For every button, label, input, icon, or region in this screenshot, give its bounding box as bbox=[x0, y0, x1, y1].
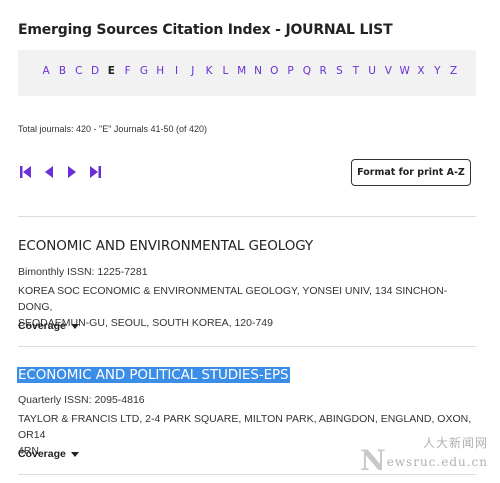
letter-link-d[interactable]: D bbox=[87, 65, 103, 77]
journal-meta: Quarterly ISSN: 2095-4816 bbox=[18, 394, 145, 406]
watermark-n: N bbox=[360, 444, 387, 477]
letter-link-u[interactable]: U bbox=[364, 65, 380, 77]
first-page-icon[interactable] bbox=[18, 164, 34, 180]
watermark-url: ewsruc.edu.cn bbox=[386, 455, 488, 469]
letter-link-x[interactable]: X bbox=[413, 65, 429, 77]
journal-meta: Bimonthly ISSN: 1225-7281 bbox=[18, 266, 148, 278]
letter-link-a[interactable]: A bbox=[38, 65, 54, 77]
letter-link-l[interactable]: L bbox=[217, 65, 233, 77]
coverage-toggle[interactable]: Coverage bbox=[18, 448, 79, 460]
watermark-cn: 人大新闻网 bbox=[422, 436, 488, 450]
journal-address-line: KOREA SOC ECONOMIC & ENVIRONMENTAL GEOLO… bbox=[18, 285, 448, 313]
letter-link-z[interactable]: Z bbox=[445, 65, 461, 77]
format-for-print-button[interactable]: Format for print A-Z bbox=[351, 159, 471, 186]
letter-link-y[interactable]: Y bbox=[429, 65, 445, 77]
letter-link-j[interactable]: J bbox=[185, 65, 201, 77]
letter-link-w[interactable]: W bbox=[397, 65, 413, 77]
coverage-label: Coverage bbox=[18, 448, 66, 460]
divider bbox=[18, 216, 476, 217]
alphabet-filter-bar: ABCDEFGHIJKLMNOPQRSTUVWXYZ bbox=[18, 50, 476, 96]
watermark-logo: N 人大新闻网 ewsruc.edu.cn bbox=[360, 436, 488, 477]
letter-link-k[interactable]: K bbox=[201, 65, 217, 77]
alphabet-list: ABCDEFGHIJKLMNOPQRSTUVWXYZ bbox=[38, 65, 462, 77]
next-page-icon[interactable] bbox=[64, 164, 80, 180]
letter-link-t[interactable]: T bbox=[348, 65, 364, 77]
page-title: Emerging Sources Citation Index - JOURNA… bbox=[18, 22, 393, 38]
letter-link-p[interactable]: P bbox=[282, 65, 298, 77]
coverage-label: Coverage bbox=[18, 320, 66, 332]
letter-link-r[interactable]: R bbox=[315, 65, 331, 77]
journal-address-line: TAYLOR & FRANCIS LTD, 2-4 PARK SQUARE, M… bbox=[18, 413, 472, 441]
letter-link-m[interactable]: M bbox=[234, 65, 250, 77]
journal-address: KOREA SOC ECONOMIC & ENVIRONMENTAL GEOLO… bbox=[18, 283, 478, 331]
total-journals-text: Total journals: 420 - "E" Journals 41-50… bbox=[18, 124, 207, 134]
journal-address-line: SEODAEMUN-GU, SEOUL, SOUTH KOREA, 120-74… bbox=[18, 317, 273, 329]
divider bbox=[18, 346, 476, 347]
letter-link-c[interactable]: C bbox=[71, 65, 87, 77]
letter-link-o[interactable]: O bbox=[266, 65, 282, 77]
letter-link-h[interactable]: H bbox=[152, 65, 168, 77]
caret-down-icon bbox=[70, 323, 79, 329]
letter-link-q[interactable]: Q bbox=[299, 65, 315, 77]
letter-link-b[interactable]: B bbox=[54, 65, 70, 77]
letter-link-n[interactable]: N bbox=[250, 65, 266, 77]
pagination bbox=[18, 164, 103, 180]
letter-link-e[interactable]: E bbox=[103, 65, 119, 77]
coverage-toggle[interactable]: Coverage bbox=[18, 320, 79, 332]
letter-link-i[interactable]: I bbox=[168, 65, 184, 77]
letter-link-f[interactable]: F bbox=[119, 65, 135, 77]
letter-link-v[interactable]: V bbox=[380, 65, 396, 77]
prev-page-icon[interactable] bbox=[41, 164, 57, 180]
last-page-icon[interactable] bbox=[87, 164, 103, 180]
letter-link-g[interactable]: G bbox=[136, 65, 152, 77]
letter-link-s[interactable]: S bbox=[331, 65, 347, 77]
journal-title[interactable]: ECONOMIC AND ENVIRONMENTAL GEOLOGY bbox=[18, 238, 313, 254]
caret-down-icon bbox=[70, 451, 79, 457]
journal-title[interactable]: ECONOMIC AND POLITICAL STUDIES-EPS bbox=[17, 367, 290, 383]
